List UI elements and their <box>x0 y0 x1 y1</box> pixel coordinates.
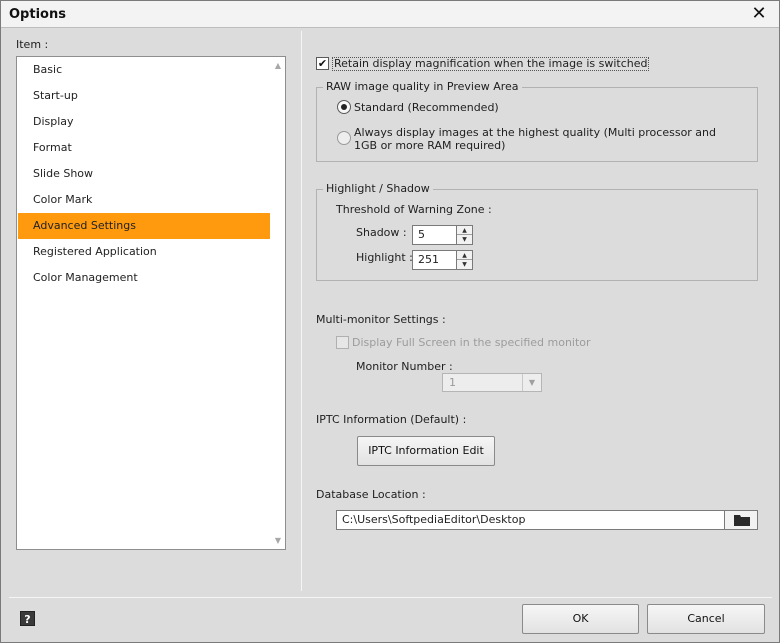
shadow-spinner[interactable]: ▲ ▼ <box>456 225 473 245</box>
list-item-advanced-settings[interactable]: Advanced Settings <box>18 213 270 239</box>
highlight-input[interactable]: 251 <box>412 250 458 270</box>
list-item-format[interactable]: Format <box>18 135 270 161</box>
database-path-input[interactable]: C:\Users\SoftpediaEditor\Desktop <box>336 510 725 530</box>
spin-up-icon[interactable]: ▲ <box>457 226 472 235</box>
list-item-slide-show[interactable]: Slide Show <box>18 161 270 187</box>
shadow-label: Shadow : <box>356 226 407 239</box>
list-item-display[interactable]: Display <box>18 109 270 135</box>
fullscreen-monitor-checkbox[interactable] <box>336 336 349 349</box>
highlight-shadow-title: Highlight / Shadow <box>323 182 433 195</box>
folder-icon <box>734 515 750 526</box>
iptc-label: IPTC Information (Default) : <box>316 413 467 426</box>
retain-magnification-checkbox[interactable]: ✔ <box>316 57 329 70</box>
browse-folder-button[interactable] <box>724 510 758 530</box>
highlight-label: Highlight : <box>356 251 413 264</box>
shadow-input[interactable]: 5 <box>412 225 458 245</box>
list-item-start-up[interactable]: Start-up <box>18 83 270 109</box>
list-item-basic[interactable]: Basic <box>18 57 270 83</box>
close-icon: ✕ <box>751 3 767 24</box>
list-item-color-management[interactable]: Color Management <box>18 265 270 291</box>
title-bar: Options ✕ <box>1 1 779 28</box>
database-location-label: Database Location : <box>316 488 426 501</box>
iptc-edit-button[interactable]: IPTC Information Edit <box>357 436 495 466</box>
list-item-registered-application[interactable]: Registered Application <box>18 239 270 265</box>
help-icon[interactable]: ? <box>20 611 35 626</box>
chevron-down-icon[interactable]: ▼ <box>522 374 541 391</box>
checkmark-icon: ✔ <box>317 57 328 70</box>
dialog-title: Options <box>9 7 66 22</box>
options-dialog: Options ✕ Item : Basic Start-up Display … <box>0 0 780 643</box>
item-label: Item : <box>16 38 49 51</box>
monitor-number-label: Monitor Number : <box>356 360 453 373</box>
raw-quality-title: RAW image quality in Preview Area <box>323 80 522 93</box>
highlight-spinner[interactable]: ▲ ▼ <box>456 250 473 270</box>
highest-quality-radio[interactable] <box>337 131 351 145</box>
highest-quality-label[interactable]: Always display images at the highest qua… <box>354 126 734 152</box>
list-item-color-mark[interactable]: Color Mark <box>18 187 270 213</box>
vertical-divider <box>301 31 302 591</box>
threshold-label: Threshold of Warning Zone : <box>336 203 492 216</box>
monitor-number-select[interactable]: 1 ▼ <box>442 373 542 392</box>
scroll-down-icon[interactable]: ▼ <box>275 536 281 545</box>
scroll-up-icon[interactable]: ▲ <box>275 61 281 70</box>
ok-button[interactable]: OK <box>522 604 639 634</box>
close-button[interactable]: ✕ <box>749 4 769 24</box>
fullscreen-monitor-label: Display Full Screen in the specified mon… <box>352 336 591 349</box>
retain-magnification-label[interactable]: Retain display magnification when the im… <box>332 57 650 71</box>
spin-up-icon[interactable]: ▲ <box>457 251 472 260</box>
spin-down-icon[interactable]: ▼ <box>457 235 472 244</box>
cancel-button[interactable]: Cancel <box>647 604 765 634</box>
footer-divider <box>9 597 772 598</box>
monitor-number-value: 1 <box>449 376 456 389</box>
multi-monitor-label: Multi-monitor Settings : <box>316 313 446 326</box>
standard-quality-radio[interactable] <box>337 100 351 114</box>
spin-down-icon[interactable]: ▼ <box>457 260 472 269</box>
item-list[interactable]: Basic Start-up Display Format Slide Show… <box>16 56 286 550</box>
standard-quality-label[interactable]: Standard (Recommended) <box>354 101 499 114</box>
